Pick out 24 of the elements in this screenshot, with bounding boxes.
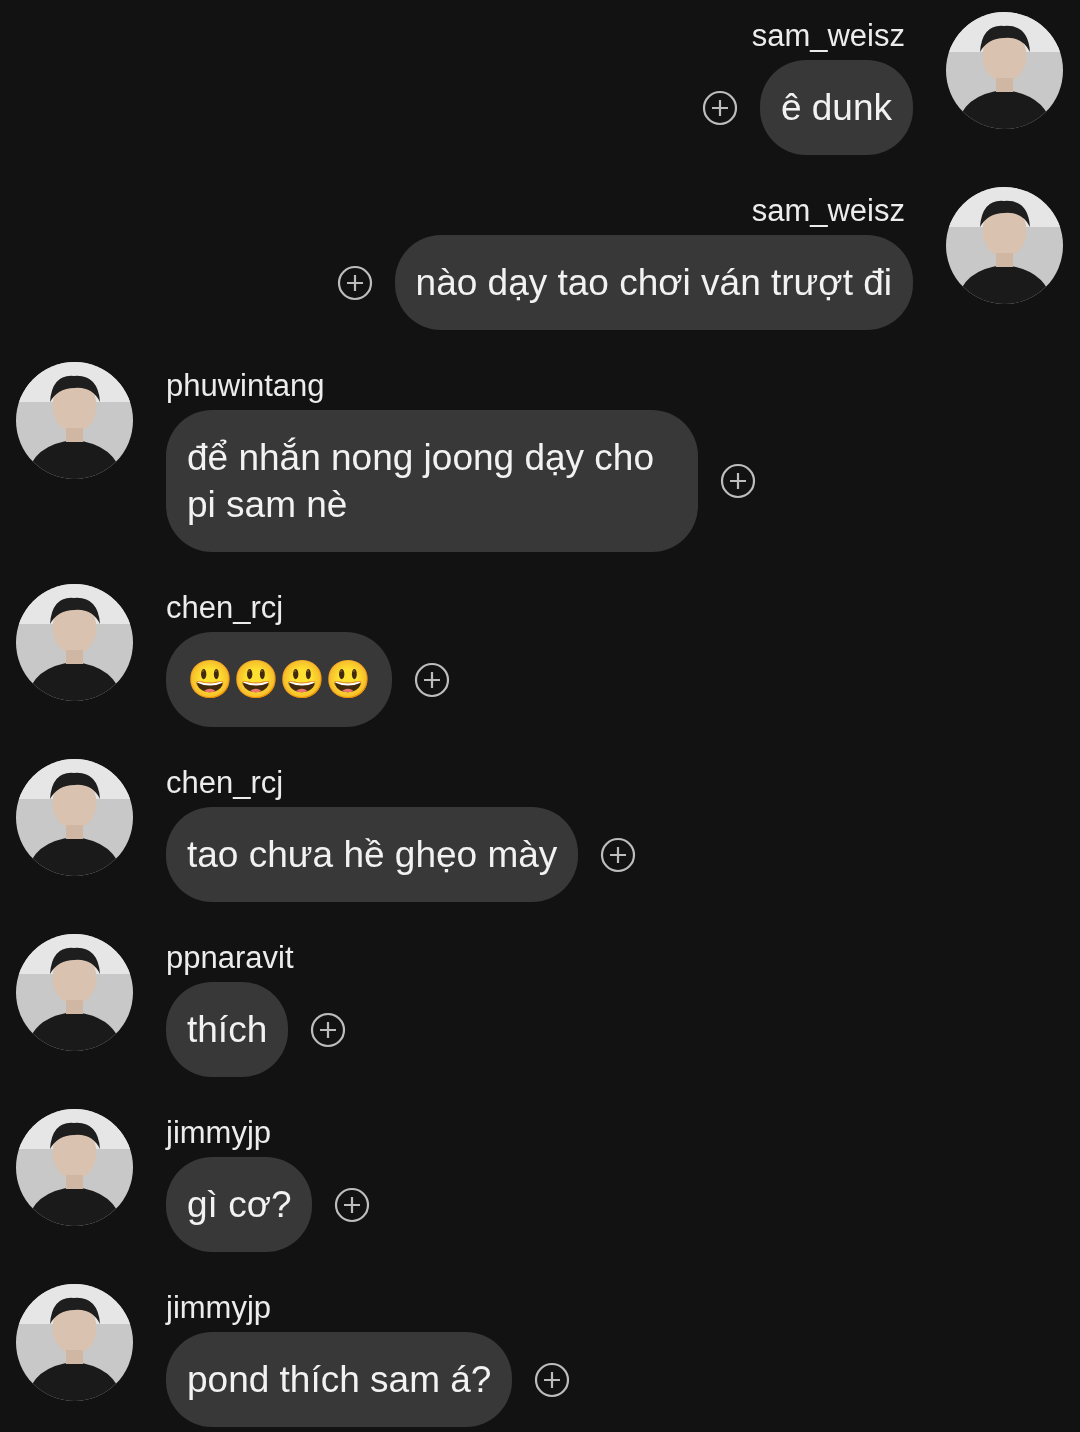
- message-bubble: gì cơ?: [166, 1157, 313, 1252]
- username[interactable]: jimmyjp: [166, 1284, 272, 1332]
- message-bubble: ê dunk: [759, 60, 913, 155]
- username[interactable]: ppnaravit: [166, 934, 294, 982]
- add-reaction-icon[interactable]: [701, 89, 738, 126]
- add-reaction-icon[interactable]: [534, 1361, 571, 1398]
- add-reaction-icon[interactable]: [720, 463, 756, 499]
- message-bubble: pond thích sam á?: [166, 1332, 513, 1427]
- message-bubble: nào dạy tao chơi ván trượt đi: [394, 235, 913, 330]
- add-reaction-icon[interactable]: [600, 836, 637, 873]
- username[interactable]: phuwintang: [166, 362, 325, 410]
- username[interactable]: chen_rcj: [166, 584, 284, 632]
- message-bubble: 😃😃😃😃: [166, 632, 392, 727]
- message-bubble: tao chưa hề ghẹo mày: [166, 807, 579, 902]
- username[interactable]: sam_weisz: [751, 12, 905, 60]
- add-reaction-icon[interactable]: [310, 1011, 347, 1048]
- message-bubble: để nhắn nong joong dạy cho pi sam nè: [166, 410, 698, 552]
- username[interactable]: chen_rcj: [166, 759, 284, 807]
- add-reaction-icon[interactable]: [334, 1186, 371, 1223]
- username[interactable]: jimmyjp: [166, 1109, 272, 1157]
- add-reaction-icon[interactable]: [414, 661, 450, 698]
- message-bubble: thích: [166, 982, 289, 1077]
- username[interactable]: sam_weisz: [751, 187, 905, 235]
- add-reaction-icon[interactable]: [336, 264, 373, 301]
